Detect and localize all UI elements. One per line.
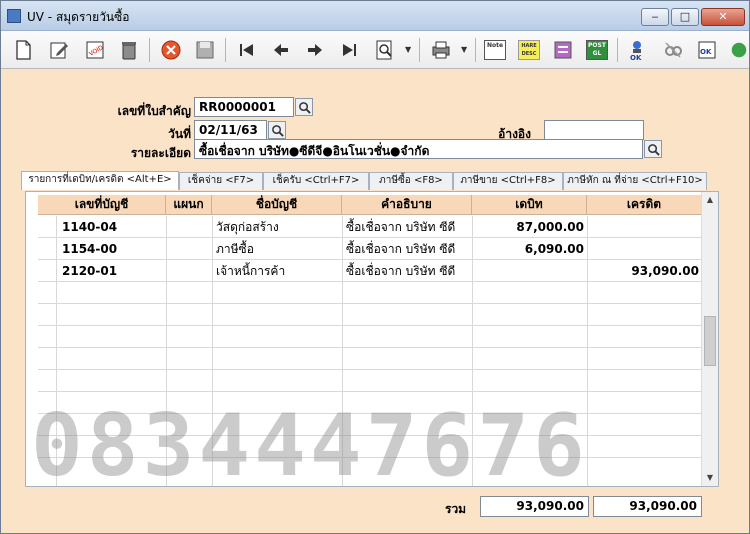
grid-header: เลขที่บัญชี แผนก ชื่อบัญชี คำอธิบาย เดบิ…	[38, 195, 702, 215]
table-row-1-debit[interactable]: 87,000.00	[476, 216, 584, 238]
ok-icon[interactable]: OK	[623, 36, 651, 64]
table-row-3-account[interactable]: 2120-01	[62, 260, 162, 282]
col-debit[interactable]: เดบิท	[472, 195, 587, 215]
window-title: UV - สมุดรายวันซื้อ	[27, 10, 130, 24]
delete-icon[interactable]	[115, 36, 143, 64]
post-gl-icon-label: POST GL	[586, 40, 608, 60]
close-button[interactable]: ✕	[701, 8, 745, 26]
table-row-2-credit[interactable]	[591, 238, 699, 260]
header-desc-icon-label: HARE DESC	[518, 40, 540, 60]
col-description[interactable]: คำอธิบาย	[342, 195, 472, 215]
description-field[interactable]: ซื้อเชื่อจาก บริษัท●ซีดีจี●อินโนเวชั่น●จ…	[194, 139, 643, 159]
table-row-2-debit[interactable]: 6,090.00	[476, 238, 584, 260]
scroll-thumb[interactable]	[704, 316, 716, 366]
tab-withholding-tax[interactable]: ภาษีหัก ณ ที่จ่าย <Ctrl+F10>	[563, 172, 707, 190]
col-credit[interactable]: เครดิต	[587, 195, 702, 215]
table-row-1-desc[interactable]: ซื้อเชื่อจาก บริษัท ซีดี	[346, 216, 470, 238]
table-row-2-desc[interactable]: ซื้อเชื่อจาก บริษัท ซีดี	[346, 238, 470, 260]
exit-icon[interactable]	[729, 36, 749, 64]
doc-no-field[interactable]: RR0000001	[194, 97, 294, 117]
first-record-icon[interactable]	[233, 36, 261, 64]
total-debit: 93,090.00	[480, 496, 589, 517]
title-bar: UV - สมุดรายวันซื้อ ‒ □ ✕	[1, 1, 749, 31]
cancel-icon[interactable]	[157, 36, 185, 64]
entries-grid: เลขที่บัญชี แผนก ชื่อบัญชี คำอธิบาย เดบิ…	[25, 191, 719, 487]
tab-cheque-received[interactable]: เช็ครับ <Ctrl+F7>	[263, 172, 369, 190]
table-row-3-credit[interactable]: 93,090.00	[591, 260, 699, 282]
svg-text:OK: OK	[700, 48, 712, 56]
edit-icon[interactable]	[45, 36, 73, 64]
doc-no-lookup-icon[interactable]	[295, 98, 313, 116]
table-row-1-name[interactable]: วัสดุก่อสร้าง	[216, 216, 340, 238]
tab-sales-tax[interactable]: ภาษีขาย <Ctrl+F8>	[453, 172, 563, 190]
table-row-2-account[interactable]: 1154-00	[62, 238, 162, 260]
table-row-1-dept[interactable]	[170, 216, 210, 238]
col-account-no[interactable]: เลขที่บัญชี	[38, 195, 166, 215]
total-credit: 93,090.00	[593, 496, 702, 517]
tab-purchase-tax[interactable]: ภาษีซื้อ <F8>	[369, 172, 453, 190]
toolbar: VOID ▼ ▼ Note HARE DESC POST GL OK OK	[1, 31, 749, 69]
vertical-scrollbar[interactable]: ▲ ▼	[701, 192, 718, 486]
table-row-2-dept[interactable]	[170, 238, 210, 260]
save-icon[interactable]	[191, 36, 219, 64]
date-picker-icon[interactable]	[268, 121, 286, 139]
search-dropdown-icon[interactable]: ▼	[405, 45, 411, 54]
minimize-button[interactable]: ‒	[641, 8, 669, 26]
last-record-icon[interactable]	[335, 36, 363, 64]
table-row-3-debit[interactable]	[476, 260, 584, 282]
table-row-1-credit[interactable]	[591, 216, 699, 238]
description-lookup-icon[interactable]	[644, 140, 662, 158]
print-dropdown-icon[interactable]: ▼	[461, 45, 467, 54]
reference-field[interactable]	[544, 120, 644, 140]
col-department[interactable]: แผนก	[166, 195, 212, 215]
note-icon[interactable]: Note	[481, 36, 509, 64]
table-row-3-desc[interactable]: ซื้อเชื่อจาก บริษัท ซีดี	[346, 260, 470, 282]
new-document-icon[interactable]	[9, 36, 37, 64]
edit-entry-icon[interactable]	[549, 36, 577, 64]
tab-debit-credit[interactable]: รายการที่เดบิท/เครดิต <Alt+E>	[21, 171, 179, 190]
date-label: วันที่	[168, 127, 191, 141]
approve-icon[interactable]: OK	[693, 36, 721, 64]
scroll-up-icon[interactable]: ▲	[702, 192, 718, 208]
next-record-icon[interactable]	[301, 36, 329, 64]
search-icon[interactable]	[371, 36, 399, 64]
table-row-3-name[interactable]: เจ้าหนี้การค้า	[216, 260, 340, 282]
note-icon-label: Note	[484, 40, 506, 60]
header-desc-icon[interactable]: HARE DESC	[515, 36, 543, 64]
journal-window: UV - สมุดรายวันซื้อ ‒ □ ✕ VOID ▼ ▼ Note …	[0, 0, 750, 534]
table-row-3-dept[interactable]	[170, 260, 210, 282]
table-row-2-name[interactable]: ภาษีซื้อ	[216, 238, 340, 260]
void-icon[interactable]: VOID	[81, 36, 109, 64]
previous-record-icon[interactable]	[267, 36, 295, 64]
tab-cheque-paid[interactable]: เช็คจ่าย <F7>	[179, 172, 263, 190]
date-field[interactable]: 02/11/63	[194, 120, 267, 140]
app-icon	[7, 9, 21, 23]
description-label: รายละเอียด	[130, 146, 191, 160]
scroll-down-icon[interactable]: ▼	[702, 470, 718, 486]
doc-no-label: เลขที่ใบสำคัญ	[117, 104, 191, 118]
table-row-1-account[interactable]: 1140-04	[62, 216, 162, 238]
total-label: รวม	[445, 502, 467, 516]
unpost-icon[interactable]	[659, 36, 687, 64]
post-gl-icon[interactable]: POST GL	[583, 36, 611, 64]
svg-text:OK: OK	[630, 54, 642, 61]
print-icon[interactable]	[427, 36, 455, 64]
maximize-button[interactable]: □	[671, 8, 699, 26]
col-account-name[interactable]: ชื่อบัญชี	[212, 195, 342, 215]
